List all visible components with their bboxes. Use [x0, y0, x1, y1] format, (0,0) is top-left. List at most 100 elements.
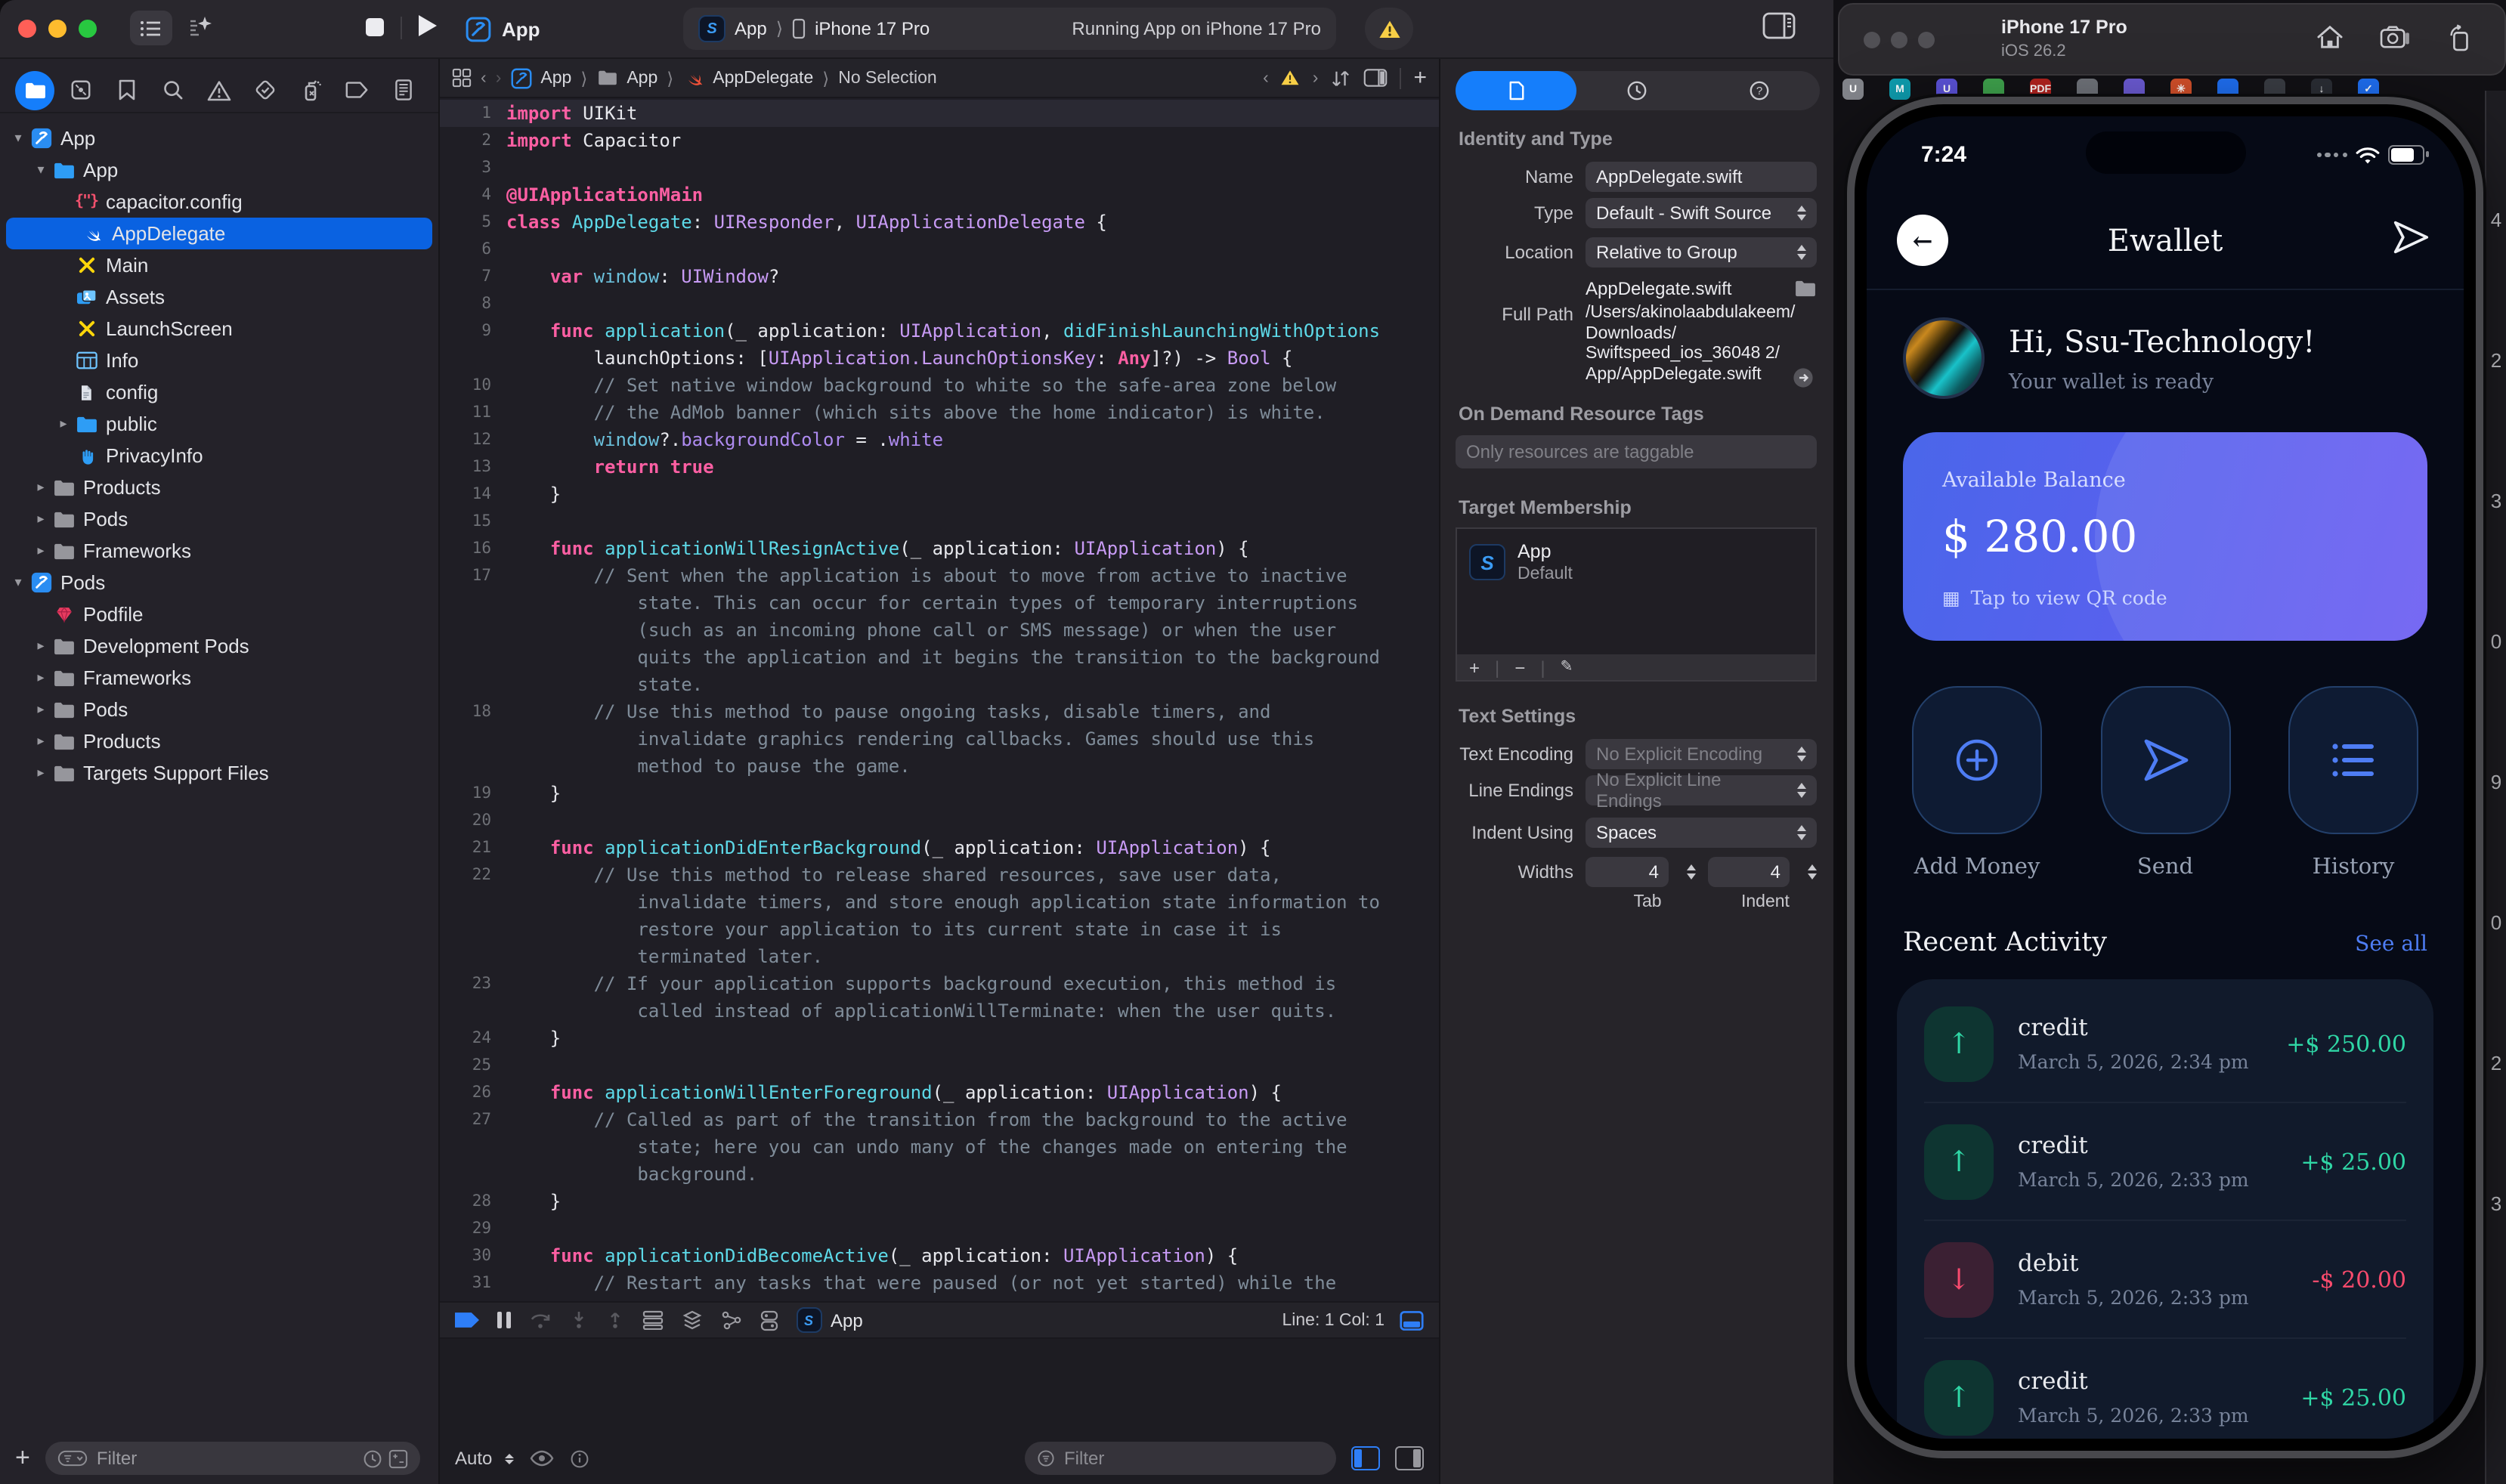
tests-icon[interactable]	[246, 70, 285, 110]
line-number[interactable]: 6	[440, 236, 506, 263]
file-tree-item-info[interactable]: Info	[0, 345, 438, 376]
add-money-button[interactable]	[1912, 686, 2042, 834]
eye-icon[interactable]	[528, 1449, 554, 1467]
qr-hint-row[interactable]: ▦ Tap to view QR code	[1942, 586, 2388, 609]
disclosure-open-icon[interactable]: ▾	[9, 574, 27, 591]
step-out-icon[interactable]	[605, 1310, 623, 1330]
step-into-icon[interactable]	[569, 1310, 587, 1330]
sparkle-icon[interactable]	[187, 14, 215, 41]
file-tree-item-assets[interactable]: Assets	[0, 281, 438, 313]
file-tree-item-pods[interactable]: ▾Pods	[0, 567, 438, 598]
jumpbar-warning-icon[interactable]	[1281, 70, 1301, 86]
zoom-window-button[interactable]	[1918, 32, 1935, 48]
memory-graph-icon[interactable]	[681, 1310, 702, 1330]
line-number[interactable]: 4	[440, 181, 506, 209]
view-debugger-icon[interactable]	[642, 1310, 663, 1330]
line-number[interactable]: 26	[440, 1079, 506, 1106]
target-row[interactable]: S App Default	[1457, 529, 1815, 595]
add-file-button[interactable]: +	[15, 1443, 30, 1473]
simulator-window-header[interactable]: iPhone 17 Pro iOS 26.2	[1838, 3, 2506, 76]
reports-icon[interactable]	[383, 70, 422, 110]
line-number[interactable]	[440, 617, 506, 644]
show-variables-panel-icon[interactable]	[1395, 1446, 1424, 1470]
disclosure-closed-icon[interactable]: ▸	[32, 638, 50, 654]
forward-nav-icon[interactable]: ›	[496, 69, 502, 87]
line-number[interactable]: 24	[440, 1025, 506, 1052]
transaction-row[interactable]: ↑creditMarch 5, 2026, 2:34 pm+$ 250.00	[1924, 985, 2406, 1103]
line-number[interactable]: 7	[440, 263, 506, 290]
editor-layout-icon[interactable]	[1363, 68, 1388, 88]
code-review-icon[interactable]	[1330, 69, 1351, 87]
changes-icon[interactable]	[61, 70, 101, 110]
see-all-link[interactable]: See all	[2355, 932, 2427, 957]
line-number[interactable]	[440, 997, 506, 1025]
inspector-toggle-icon[interactable]	[1762, 12, 1796, 39]
transaction-row[interactable]: ↑creditMarch 5, 2026, 2:33 pm+$ 25.00	[1924, 1339, 2406, 1439]
warning-badge[interactable]	[1365, 8, 1413, 50]
disclosure-open-icon[interactable]: ▾	[9, 130, 27, 147]
file-tree-item-frameworks[interactable]: ▸Frameworks	[0, 535, 438, 567]
line-number[interactable]: 22	[440, 861, 506, 889]
network-icon[interactable]	[720, 1310, 741, 1330]
indent-width-stepper[interactable]	[1802, 864, 1817, 880]
line-number[interactable]: 3	[440, 154, 506, 181]
close-window-button[interactable]	[18, 20, 36, 38]
tab-width-field[interactable]: 4	[1586, 857, 1668, 887]
line-number[interactable]	[440, 943, 506, 970]
file-tree-item-appdelegate[interactable]: AppDelegate	[6, 218, 432, 249]
back-button[interactable]: ←	[1897, 215, 1948, 266]
disclosure-open-icon[interactable]: ▾	[32, 162, 50, 178]
code-editor[interactable]: 1import UIKit2import Capacitor34@UIAppli…	[440, 100, 1439, 1342]
line-number[interactable]: 29	[440, 1215, 506, 1242]
line-number[interactable]: 12	[440, 426, 506, 453]
line-number[interactable]: 25	[440, 1052, 506, 1079]
file-inspector-tab[interactable]	[1456, 71, 1577, 110]
run-button[interactable]	[419, 15, 437, 36]
minimize-window-button[interactable]	[1891, 32, 1907, 48]
disclosure-closed-icon[interactable]: ▸	[32, 733, 50, 750]
breakpoints-toggle-icon[interactable]	[455, 1310, 479, 1330]
file-tree-item-development-pods[interactable]: ▸Development Pods	[0, 630, 438, 662]
send-button[interactable]	[2100, 686, 2230, 834]
odr-tags-field[interactable]: Only resources are taggable	[1456, 435, 1817, 468]
info-icon[interactable]	[569, 1448, 589, 1468]
transaction-row[interactable]: ↑creditMarch 5, 2026, 2:33 pm+$ 25.00	[1924, 1103, 2406, 1221]
file-tree-item-products[interactable]: ▸Products	[0, 471, 438, 503]
file-tree-item-capacitor-config[interactable]: {"}capacitor.config	[0, 186, 438, 218]
line-number[interactable]: 11	[440, 399, 506, 426]
stop-button[interactable]	[366, 18, 384, 36]
rotate-device-icon[interactable]	[2446, 24, 2474, 51]
file-tree-item-config[interactable]: config	[0, 376, 438, 408]
line-number[interactable]: 15	[440, 508, 506, 535]
disclosure-closed-icon[interactable]: ▸	[32, 701, 50, 718]
file-tree-item-pods[interactable]: ▸Pods	[0, 503, 438, 535]
file-tree-item-app[interactable]: ▾App	[0, 122, 438, 154]
window-tab-app[interactable]: App	[466, 9, 540, 48]
line-number[interactable]: 30	[440, 1242, 506, 1269]
line-number[interactable]: 2	[440, 127, 506, 154]
edit-target-button[interactable]: ✎	[1561, 659, 1573, 676]
line-number[interactable]	[440, 644, 506, 671]
scheme-selector[interactable]: S App ⟩ iPhone 17 Pro Running App on iPh…	[683, 8, 1336, 50]
line-number[interactable]: 21	[440, 834, 506, 861]
file-tree-item-products[interactable]: ▸Products	[0, 725, 438, 757]
add-editor-button[interactable]: +	[1413, 65, 1427, 91]
disclosure-closed-icon[interactable]: ▸	[32, 511, 50, 527]
line-number[interactable]	[440, 671, 506, 698]
line-number[interactable]: 8	[440, 290, 506, 317]
issues-icon[interactable]	[200, 70, 239, 110]
line-number[interactable]: 16	[440, 535, 506, 562]
prev-issue-icon[interactable]: ‹	[1263, 69, 1269, 87]
line-number[interactable]: 5	[440, 209, 506, 236]
line-number[interactable]: 27	[440, 1106, 506, 1133]
line-number[interactable]: 10	[440, 372, 506, 399]
line-number[interactable]: 9	[440, 317, 506, 345]
minimize-window-button[interactable]	[48, 20, 67, 38]
remove-target-button[interactable]: −	[1514, 657, 1525, 678]
disclosure-closed-icon[interactable]: ▸	[32, 765, 50, 781]
line-number[interactable]: 19	[440, 780, 506, 807]
next-issue-icon[interactable]: ›	[1313, 69, 1319, 87]
recents-clock-icon[interactable]	[363, 1448, 382, 1468]
project-navigator-icon[interactable]	[15, 70, 54, 110]
line-number[interactable]: 13	[440, 453, 506, 481]
